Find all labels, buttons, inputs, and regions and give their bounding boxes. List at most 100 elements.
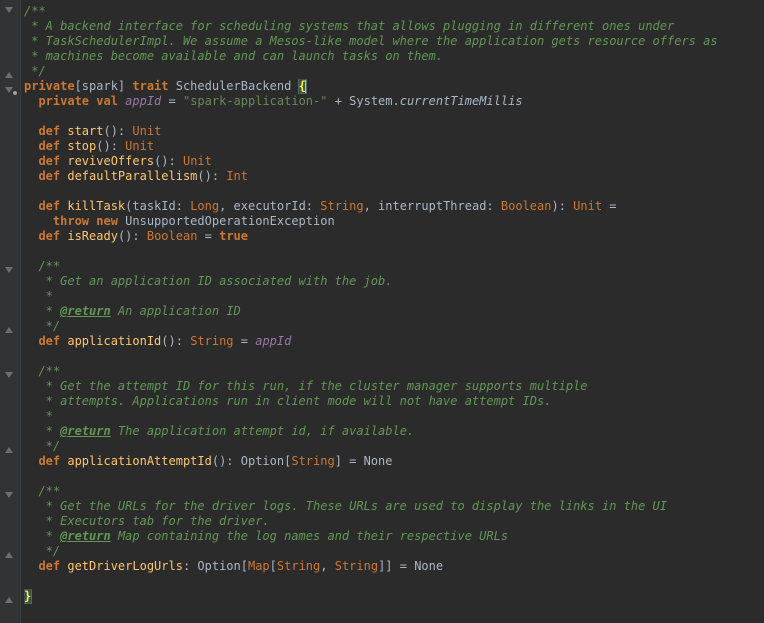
code-line[interactable]: * @return The application attempt id, if… xyxy=(24,424,760,439)
fold-toggle-icon[interactable] xyxy=(5,372,14,381)
code-line[interactable]: */ xyxy=(24,64,760,79)
fold-toggle-icon[interactable] xyxy=(5,551,14,560)
fold-toggle-icon[interactable] xyxy=(5,492,14,501)
code-line[interactable]: def reviveOffers(): Unit xyxy=(24,154,760,169)
code-token: applicationAttemptId xyxy=(67,454,212,468)
code-line[interactable]: * Get an application ID associated with … xyxy=(24,274,760,289)
code-token: @return xyxy=(60,424,111,438)
code-token: (): xyxy=(161,334,191,348)
code-token: String xyxy=(334,559,379,573)
fold-toggle-icon[interactable] xyxy=(5,71,14,80)
code-line[interactable]: * A backend interface for scheduling sys… xyxy=(24,19,760,34)
code-line[interactable] xyxy=(24,244,760,259)
code-line[interactable]: * attempts. Applications run in client m… xyxy=(24,394,760,409)
code-token: */ xyxy=(38,319,61,333)
code-area[interactable]: /** * A backend interface for scheduling… xyxy=(24,4,760,604)
code-line[interactable]: private val appId = "spark-application-"… xyxy=(24,94,760,109)
code-line[interactable]: } xyxy=(24,589,760,604)
code-token: throw new xyxy=(52,214,126,228)
fold-toggle-icon[interactable] xyxy=(5,596,14,605)
code-token: (): xyxy=(154,154,183,168)
code-line[interactable]: * Get the URLs for the driver logs. Thes… xyxy=(24,499,760,514)
editor-gutter[interactable] xyxy=(0,0,21,623)
code-token: , xyxy=(320,559,335,573)
code-token: ]] = None xyxy=(378,559,444,573)
code-token: = xyxy=(233,334,256,348)
code-token: true xyxy=(219,229,249,243)
code-token: UnsupportedOperationException xyxy=(125,214,335,228)
code-line[interactable] xyxy=(24,184,760,199)
code-line[interactable]: def killTask(taskId: Long, executorId: S… xyxy=(24,199,760,214)
fold-toggle-icon[interactable] xyxy=(5,267,14,276)
code-line[interactable]: /** xyxy=(24,259,760,274)
code-line[interactable] xyxy=(24,109,760,124)
code-line[interactable]: * Executors tab for the driver. xyxy=(24,514,760,529)
code-line[interactable]: throw new UnsupportedOperationException xyxy=(24,214,760,229)
code-token: (): xyxy=(197,169,227,183)
code-token: private xyxy=(24,79,75,93)
code-line[interactable]: private[spark] trait SchedulerBackend { xyxy=(24,79,760,94)
code-line[interactable]: def getDriverLogUrls: Option[Map[String,… xyxy=(24,559,760,574)
code-token: private val xyxy=(38,94,126,108)
code-line[interactable]: * machines become available and can laun… xyxy=(24,49,760,64)
code-token: * Executors tab for the driver. xyxy=(38,514,270,528)
code-token: (): xyxy=(117,229,147,243)
code-token: def xyxy=(38,334,68,348)
code-token: * A backend interface for scheduling sys… xyxy=(24,19,675,33)
code-token: isReady xyxy=(67,229,118,243)
code-token: Unit xyxy=(125,139,155,153)
code-line[interactable]: def applicationId(): String = appId xyxy=(24,334,760,349)
code-line[interactable]: * xyxy=(24,409,760,424)
code-line[interactable]: def isReady(): Boolean = true xyxy=(24,229,760,244)
code-line[interactable]: * TaskSchedulerImpl. We assume a Mesos-l… xyxy=(24,34,760,49)
code-line[interactable]: * Get the attempt ID for this run, if th… xyxy=(24,379,760,394)
code-token: * Get an application ID associated with … xyxy=(38,274,393,288)
code-line[interactable]: /** xyxy=(24,364,760,379)
code-token: def xyxy=(38,154,68,168)
code-line[interactable]: */ xyxy=(24,439,760,454)
code-line[interactable]: */ xyxy=(24,319,760,334)
code-editor[interactable]: /** * A backend interface for scheduling… xyxy=(0,0,764,623)
code-token: , interruptThread: xyxy=(363,199,501,213)
code-line[interactable] xyxy=(24,349,760,364)
implementation-marker-icon[interactable] xyxy=(13,91,17,95)
code-line[interactable]: * @return Map containing the log names a… xyxy=(24,529,760,544)
code-line[interactable]: def start(): Unit xyxy=(24,124,760,139)
fold-toggle-icon[interactable] xyxy=(5,446,14,455)
code-line[interactable]: def stop(): Unit xyxy=(24,139,760,154)
code-line[interactable]: /** xyxy=(24,4,760,19)
code-token: killTask xyxy=(67,199,126,213)
code-line[interactable]: def applicationAttemptId(): Option[Strin… xyxy=(24,454,760,469)
code-line[interactable]: */ xyxy=(24,544,760,559)
code-token: String xyxy=(190,334,234,348)
code-line[interactable]: /** xyxy=(24,484,760,499)
code-token: Unit xyxy=(132,124,162,138)
code-line[interactable]: def defaultParallelism(): Int xyxy=(24,169,760,184)
code-token: (): Option[ xyxy=(211,454,292,468)
code-token: "spark-application-" xyxy=(182,94,328,108)
code-line[interactable] xyxy=(24,574,760,589)
code-token: defaultParallelism xyxy=(67,169,198,183)
code-line[interactable]: * xyxy=(24,289,760,304)
code-token: reviveOffers xyxy=(67,154,155,168)
code-token: Boolean xyxy=(500,199,552,213)
code-line[interactable]: * @return An application ID xyxy=(24,304,760,319)
fold-toggle-icon[interactable] xyxy=(5,7,14,16)
code-line[interactable] xyxy=(24,469,760,484)
code-token: /** xyxy=(38,364,61,378)
code-token: * Get the attempt ID for this run, if th… xyxy=(38,379,588,393)
code-token: /** xyxy=(24,4,46,18)
code-token: /** xyxy=(38,484,61,498)
code-token: appId xyxy=(255,334,292,348)
fold-toggle-icon[interactable] xyxy=(5,326,14,335)
